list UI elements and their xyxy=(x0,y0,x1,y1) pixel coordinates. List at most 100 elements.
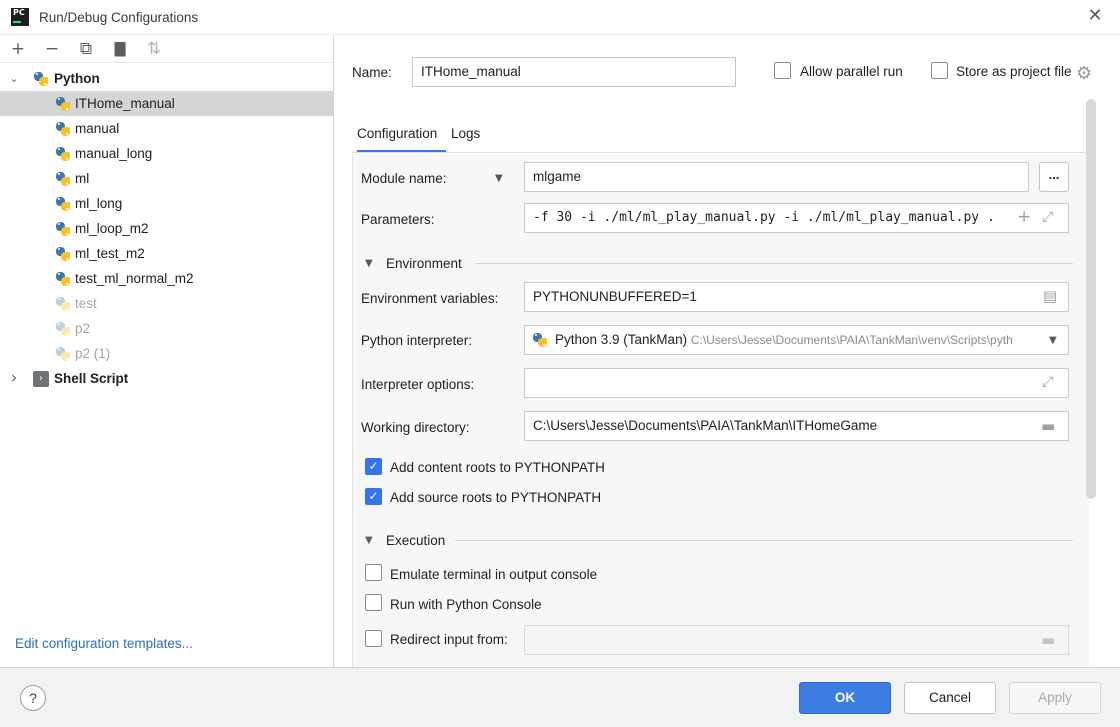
cancel-button[interactable]: Cancel xyxy=(904,682,996,714)
configuration-tree: ⌄ Python ITHome_manualmanual manual_longml m… xyxy=(0,66,333,391)
folder-icon[interactable]: ▬ xyxy=(1041,417,1055,435)
environment-section-title: Environment xyxy=(386,256,462,271)
add-content-roots-checkbox[interactable]: ✓ xyxy=(365,458,382,475)
edit-templates-link[interactable]: Edit configuration templates... xyxy=(15,636,193,651)
run-console-checkbox[interactable] xyxy=(365,594,382,611)
python-icon xyxy=(532,332,548,348)
ok-button[interactable]: OK xyxy=(799,682,891,714)
tab-configuration[interactable]: Configuration xyxy=(357,125,446,153)
python-icon xyxy=(55,146,71,162)
add-parameter-icon[interactable]: + xyxy=(1017,207,1031,227)
shell-script-icon: › xyxy=(33,371,49,387)
redirect-input-field[interactable] xyxy=(524,625,1069,655)
redirect-input-label: Redirect input from: xyxy=(390,632,508,647)
sidebar-toolbar: + − ⧉ ▇ ⇅ xyxy=(0,35,333,63)
python-icon xyxy=(55,121,71,137)
working-dir-label: Working directory: xyxy=(361,420,470,435)
emulate-terminal-checkbox[interactable] xyxy=(365,564,382,581)
tree-item[interactable]: ml_test_m2 xyxy=(0,241,333,266)
interpreter-label: Python interpreter: xyxy=(361,333,473,348)
module-name-field[interactable]: mlgame xyxy=(524,162,1029,192)
tabs-divider xyxy=(352,152,1089,153)
gear-icon[interactable]: ⚙ xyxy=(1076,63,1092,84)
python-icon xyxy=(55,171,71,187)
expand-icon[interactable]: ⤢ xyxy=(1042,209,1053,225)
tree-group-shell-script[interactable]: › › Shell Script xyxy=(0,366,333,391)
scrollbar[interactable] xyxy=(1086,99,1096,499)
document-icon[interactable]: ▤ xyxy=(1043,287,1057,305)
execution-divider xyxy=(455,540,1073,541)
title-bar: PC Run/Debug Configurations ✕ xyxy=(0,0,1120,35)
redirect-input-checkbox[interactable] xyxy=(365,630,382,647)
chevron-down-icon[interactable]: ⌄ xyxy=(7,66,21,91)
interpreter-options-label: Interpreter options: xyxy=(361,377,475,392)
interpreter-path: C:\Users\Jesse\Documents\PAIA\TankMan\ve… xyxy=(690,333,1013,347)
tree-item[interactable]: manual_long xyxy=(0,141,333,166)
interpreter-select[interactable]: Python 3.9 (TankMan) C:\Users\Jesse\Docu… xyxy=(524,325,1069,355)
parameters-label: Parameters: xyxy=(361,212,435,227)
add-source-roots-checkbox[interactable]: ✓ xyxy=(365,488,382,505)
tree-item[interactable]: manual xyxy=(0,116,333,141)
python-icon xyxy=(55,246,71,262)
chevron-down-icon[interactable]: ▼ xyxy=(1049,335,1057,346)
apply-button[interactable]: Apply xyxy=(1009,682,1101,714)
configuration-editor: Name: ITHome_manual Allow parallel run S… xyxy=(335,35,1120,667)
tree-item[interactable]: p2 xyxy=(0,316,333,341)
tree-item[interactable]: test xyxy=(0,291,333,316)
module-browse-button[interactable]: ... xyxy=(1039,162,1069,192)
environment-collapse-icon[interactable]: ▼ xyxy=(365,258,373,269)
python-icon xyxy=(55,271,71,287)
tree-item-label: ml_loop_m2 xyxy=(75,221,149,236)
interpreter-options-field[interactable] xyxy=(524,368,1069,398)
pycharm-logo-icon: PC xyxy=(9,6,31,28)
tree-item[interactable]: ml_long xyxy=(0,191,333,216)
env-vars-field[interactable]: PYTHONUNBUFFERED=1 xyxy=(524,282,1069,312)
tree-item-label: p2 (1) xyxy=(75,346,111,361)
tree-item[interactable]: ITHome_manual xyxy=(0,91,333,116)
tree-item-label: test xyxy=(75,296,97,311)
tree-item[interactable]: p2 (1) xyxy=(0,341,333,366)
tree-item-label: p2 xyxy=(75,321,91,336)
tree-item[interactable]: ml_loop_m2 xyxy=(0,216,333,241)
allow-parallel-checkbox[interactable] xyxy=(774,62,791,79)
add-content-roots-label: Add content roots to PYTHONPATH xyxy=(390,460,605,475)
chevron-right-icon[interactable]: › xyxy=(7,366,21,391)
tab-logs[interactable]: Logs xyxy=(451,125,480,153)
help-button[interactable]: ? xyxy=(20,685,46,711)
parameters-field[interactable]: -f 30 -i ./ml/ml_play_manual.py -i ./ml/… xyxy=(524,203,1069,233)
execution-collapse-icon[interactable]: ▼ xyxy=(365,535,373,546)
expand-icon[interactable]: ⤢ xyxy=(1042,374,1053,390)
add-icon[interactable]: + xyxy=(7,39,29,59)
remove-icon[interactable]: − xyxy=(41,39,63,59)
run-console-label: Run with Python Console xyxy=(390,597,542,612)
interpreter-name: Python 3.9 (TankMan) xyxy=(555,332,688,347)
copy-icon[interactable]: ⧉ xyxy=(75,39,97,59)
python-icon xyxy=(55,96,71,112)
python-icon xyxy=(55,296,71,312)
folder-icon[interactable]: ▬ xyxy=(1041,631,1055,649)
tree-item-label: ml_long xyxy=(75,196,123,211)
python-icon xyxy=(55,221,71,237)
store-project-label: Store as project file xyxy=(956,64,1072,79)
tree-item[interactable]: ml xyxy=(0,166,333,191)
configurations-sidebar: + − ⧉ ▇ ⇅ ⌄ Python ITHome_manualmanual manu… xyxy=(0,35,334,667)
module-type-dropdown-icon[interactable]: ▼ xyxy=(495,173,503,184)
name-label: Name: xyxy=(352,65,392,80)
close-icon[interactable]: ✕ xyxy=(1084,6,1106,28)
store-project-checkbox[interactable] xyxy=(931,62,948,79)
tree-item-label: ITHome_manual xyxy=(75,96,175,111)
tree-item-label: ml_test_m2 xyxy=(75,246,145,261)
allow-parallel-label: Allow parallel run xyxy=(800,64,903,79)
python-icon xyxy=(33,71,49,87)
new-folder-icon[interactable]: ▇ xyxy=(109,39,131,59)
sort-icon[interactable]: ⇅ xyxy=(143,39,165,59)
env-vars-label: Environment variables: xyxy=(361,291,499,306)
environment-divider xyxy=(475,263,1073,264)
working-dir-field[interactable]: C:\Users\Jesse\Documents\PAIA\TankMan\IT… xyxy=(524,411,1069,441)
python-icon xyxy=(55,196,71,212)
tree-item-label: ml xyxy=(75,171,90,186)
name-field[interactable]: ITHome_manual xyxy=(412,57,736,87)
window-title: Run/Debug Configurations xyxy=(39,10,199,25)
tree-group-python[interactable]: ⌄ Python xyxy=(0,66,333,91)
tree-item[interactable]: test_ml_normal_m2 xyxy=(0,266,333,291)
